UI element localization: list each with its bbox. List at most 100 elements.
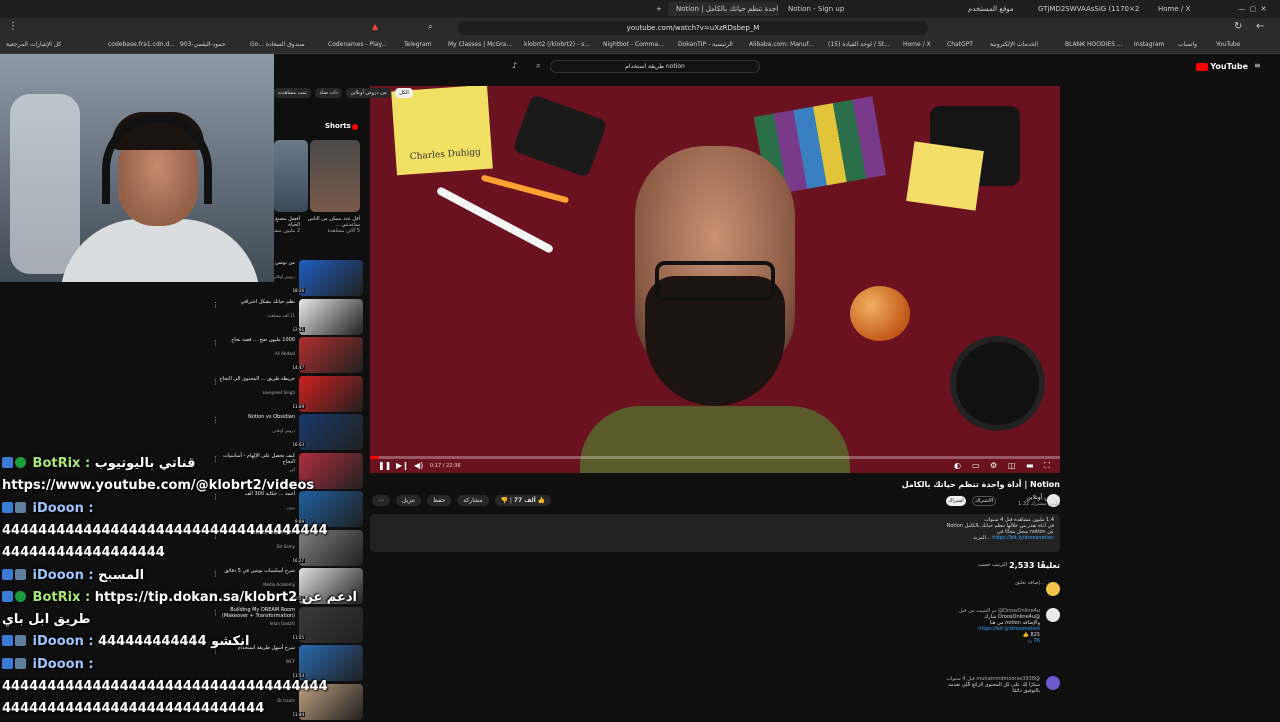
description-link[interactable]: https://bit.ly/droosnotion [992,535,1054,541]
bookmark-item[interactable]: Codenames - Play... [328,41,387,48]
extension-icon[interactable]: ▲ [372,22,378,31]
video-description[interactable]: 1.4 مليون مشاهدة قبل 4 سنوات في أداة تقد… [370,514,1060,552]
more-options-icon[interactable]: ⋮ [212,301,219,309]
recommendation-item[interactable]: 14:47 1000 مليون صح ... قصة نجاح Ali Abdaa… [210,337,365,375]
video-player[interactable]: Charles Duhigg [370,86,1060,473]
recommendation-item[interactable]: 16:03 Notion vs Obsidian دروس أونلاين ⋮ [210,414,365,452]
hamburger-icon[interactable]: ≡ [1254,61,1261,70]
chat-text: قناتي باليوتيوب [94,456,196,471]
more-options-icon[interactable]: ⋮ [212,416,219,424]
description-more-button[interactable]: ...المزيد [973,535,990,541]
subtitles-icon[interactable]: ▭ [972,461,980,470]
comment-text: بالتوفيق دائمًا [1012,688,1040,694]
next-icon[interactable]: ▶❙ [396,461,409,470]
bookmark-item[interactable]: الخدمات الإلكترونية [990,41,1038,48]
clip-button[interactable]: تنزيل [395,495,421,506]
volume-icon[interactable]: ◀) [414,461,423,470]
comment-replies-button[interactable]: 76 رد [860,638,1040,644]
bookmark-item[interactable]: ChatGPT [947,41,973,48]
comments-sort-button[interactable]: الترتيب حسب [978,562,1007,568]
bookmark-item[interactable]: واتساب [1178,41,1197,48]
subscribe-button[interactable]: اشتراك [946,496,966,506]
tab-youtube-active[interactable]: Notion | أداة واحدة تنظم حياتك بالكامل [668,2,778,16]
short-thumbnail[interactable] [274,140,308,212]
like-button[interactable]: 👎 | 77 ألف 👍 [494,495,552,506]
new-tab-button[interactable]: + [648,2,664,16]
bookmark-item[interactable]: (15) لوحة القيادة / St... [828,41,890,48]
bookmark-item[interactable]: Instagram [1134,41,1165,48]
chip-watched[interactable]: تمت مشاهدته [274,88,311,98]
save-button[interactable]: حفظ [426,495,452,506]
zoom-icon[interactable]: ⌕ [428,22,432,32]
recommendation-meta: Ali Abdaal [274,351,295,356]
streamer-webcam [0,54,274,282]
chat-text: 444444444444444444444444444444444444 [2,522,328,538]
bookmark-item[interactable]: DokanTIP - الرئيسية [678,41,733,48]
recommendation-meta: 11 ألف مشاهدة [267,312,295,318]
chip-all[interactable]: الكل [395,88,413,98]
youtube-logo[interactable]: YouTube [1196,62,1248,71]
short-thumbnail[interactable] [310,140,360,212]
recommendation-thumbnail[interactable] [299,260,363,296]
chat-message: 444444444444444444444444444444444444 [2,523,328,538]
video-sticky-note: Charles Duhigg [391,86,493,176]
bookmark-item[interactable]: codebase.fra1.cdn.d... [108,41,175,48]
chip-related[interactable]: ذات صلة [315,88,342,98]
reload-icon[interactable]: ↻ [1234,21,1242,32]
tab-image[interactable]: GTjMD2SWVAAsSiG (1170×2532) [1030,2,1140,16]
fullscreen-icon[interactable]: ⛶ [1044,461,1050,471]
platform-badge-icon [2,501,13,513]
bookmark-item[interactable]: My Classes | McGra... [448,41,512,48]
menu-icon[interactable]: ⋮ [8,21,18,32]
autoplay-toggle[interactable]: ◐ [954,461,961,470]
bookmark-item[interactable]: Nightbot - Comma... [603,41,664,48]
dislike-icon[interactable]: 👎 [501,497,508,504]
bookmark-item[interactable]: Telegram [404,41,432,48]
share-button[interactable]: مشاركة [457,495,489,506]
recommendation-thumbnail[interactable] [299,375,363,412]
address-bar[interactable]: youtube.com/watch?v=uXzRDsbep_M [458,21,928,35]
recommendation-title[interactable]: خريطة طريق ... المحتوى الى النجاح [215,376,295,382]
bookmark-item[interactable]: BLANK HOODIES ... [1065,41,1123,48]
tab-x-home[interactable]: Home / X [1150,2,1210,16]
verified-badge-icon [15,457,26,468]
bookmark-item[interactable]: YouTube [1216,41,1240,48]
more-options-icon[interactable]: ⋮ [212,378,219,386]
recommendation-title[interactable]: 1000 مليون صح ... قصة نجاح [215,337,295,343]
settings-gear-icon[interactable]: ⚙ [990,461,997,470]
chat-text: 44444444444444444444444444444 [2,701,265,717]
short-title[interactable]: أقل عدد ممكن من الناس ساعدتني ... 5 آلاف … [304,216,360,234]
mic-icon[interactable]: ♪ [512,61,517,70]
recommendation-title[interactable]: نظم حياتك بشكل احترافي [215,299,295,305]
tab-user-site[interactable]: موقع المستخدم [960,2,1020,16]
join-button[interactable]: الاشتراك [972,496,996,506]
bookmark-item[interactable]: 903-حمود-البقمي [180,41,226,48]
recommendation-thumbnail[interactable] [299,337,363,373]
comment-item: @muhammdmoorse3938 قبل 4 سنوات شكرًا لك … [860,676,1040,694]
window-controls[interactable]: — ▢ ✕ [1230,2,1280,16]
bookmark-item[interactable]: Home / X [903,41,931,48]
comment-avatar[interactable] [1046,608,1060,622]
recommendation-thumbnail[interactable] [299,414,363,450]
search-icon[interactable]: ⌕ [536,61,540,71]
theater-icon[interactable]: ▬ [1026,461,1034,470]
recommendation-thumbnail[interactable] [299,298,363,335]
bookmark-item[interactable]: Go... صندوق السعادة [250,41,305,48]
tab-notion-signup[interactable]: Notion - Sign up [780,2,890,16]
recommendation-item[interactable]: 12:01 نظم حياتك بشكل احترافي 11 ألف مشاهدة… [210,298,365,337]
bookmark-item[interactable]: كل الإشارات المرجعية [6,41,61,48]
back-icon[interactable]: ← [1256,21,1264,32]
add-comment-input[interactable]: إضافة تعليق... [1015,580,1045,586]
bookmark-item[interactable]: Alibaba.com: Manuf... [749,41,814,48]
shorts-heading: Shorts [325,122,351,130]
search-input[interactable]: طريقة استخدام notion [550,60,760,73]
comment-avatar[interactable] [1046,676,1060,690]
recommendation-item[interactable]: 11:09 خريطة طريق ... المحتوى الى النجاح Lo… [210,375,365,414]
chip-from-channel[interactable]: من دروس أونلاين [346,88,391,98]
recommendation-title[interactable]: Notion vs Obsidian [215,414,295,420]
video-sticky-note-2 [906,141,984,211]
bookmark-item[interactable]: klobrt2 (/klobrt2) - s... [524,41,590,48]
more-options-icon[interactable]: ⋮ [212,339,219,347]
miniplayer-icon[interactable]: ◫ [1008,461,1016,470]
pause-icon[interactable]: ❚❚ [378,461,391,470]
